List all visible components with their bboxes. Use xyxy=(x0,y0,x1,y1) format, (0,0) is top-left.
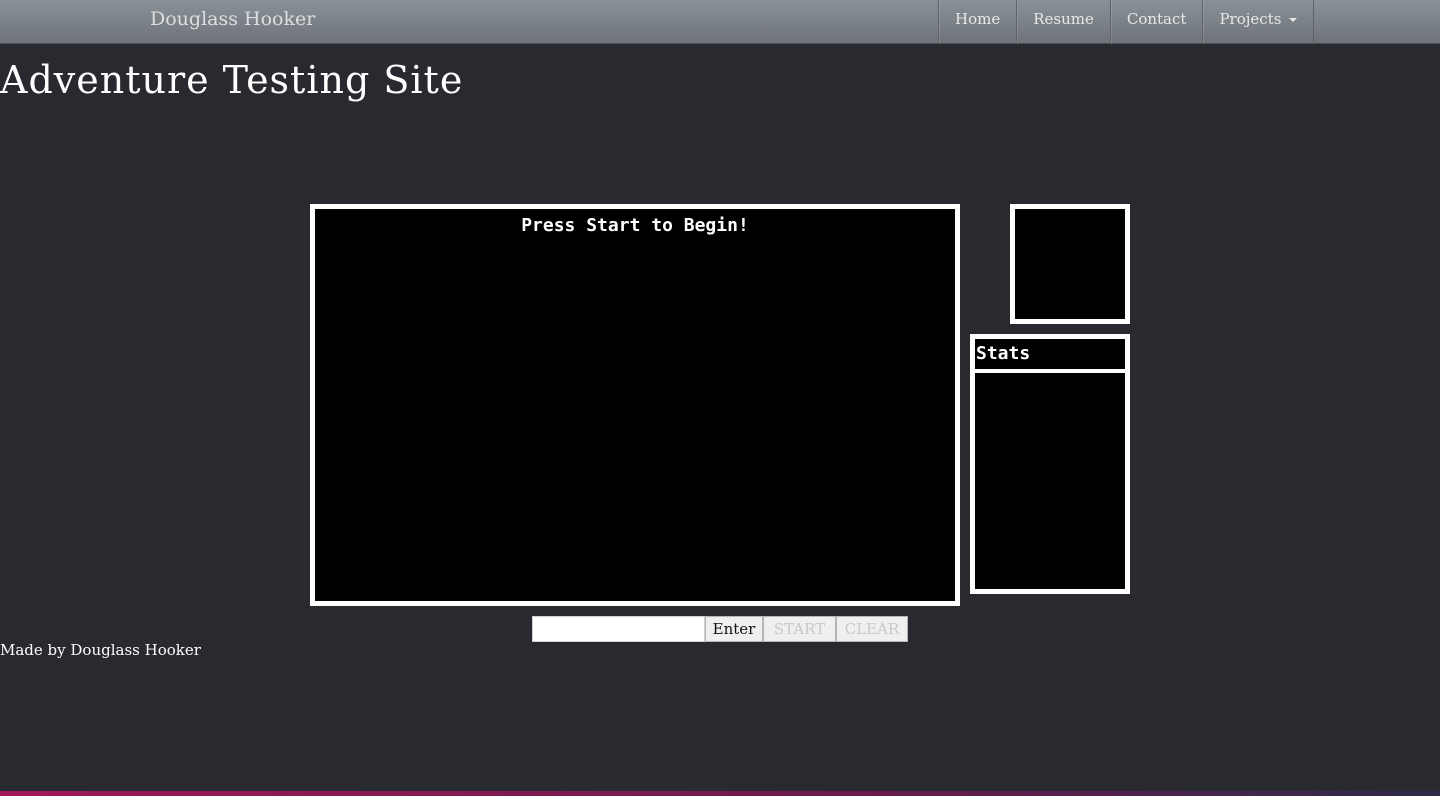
nav-item-projects-dropdown[interactable]: Projects xyxy=(1203,0,1315,44)
game-output-screen: Press Start to Begin! xyxy=(310,204,960,606)
clear-button[interactable]: CLEAR xyxy=(836,616,908,642)
enter-button[interactable]: Enter xyxy=(705,616,763,642)
caret-down-icon xyxy=(1289,18,1298,22)
nav-item-home[interactable]: Home xyxy=(939,0,1018,44)
stats-body xyxy=(975,373,1125,589)
portrait-box xyxy=(1010,204,1130,324)
start-button[interactable]: START xyxy=(763,616,836,642)
nav-item-contact[interactable]: Contact xyxy=(1111,0,1204,44)
page-title: Adventure Testing Site xyxy=(0,58,464,102)
top-navbar: Douglass Hooker Home Resume Contact Proj… xyxy=(0,0,1440,44)
footer-credit: Made by Douglass Hooker xyxy=(0,641,201,659)
stats-header: Stats xyxy=(975,339,1125,373)
window-bottom-edge xyxy=(0,791,1440,796)
nav-menu: Home Resume Contact Projects xyxy=(938,0,1315,44)
brand-link[interactable]: Douglass Hooker xyxy=(150,0,315,44)
command-controls: Enter START CLEAR xyxy=(532,616,908,642)
nav-item-projects-label: Projects xyxy=(1219,10,1282,28)
stats-panel: Stats xyxy=(970,334,1130,594)
command-input[interactable] xyxy=(532,616,705,642)
game-message: Press Start to Begin! xyxy=(521,215,749,236)
nav-item-resume[interactable]: Resume xyxy=(1017,0,1111,44)
